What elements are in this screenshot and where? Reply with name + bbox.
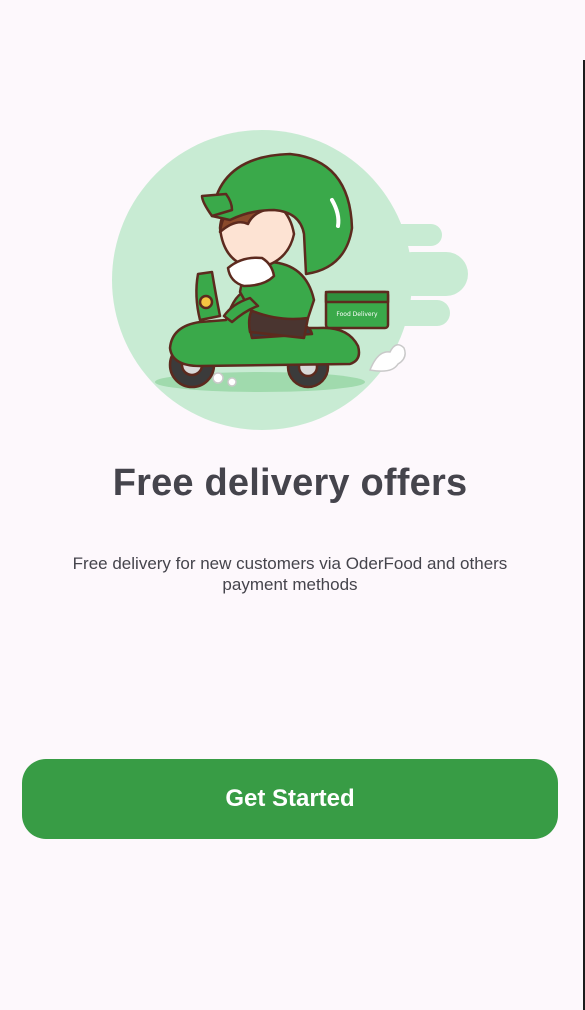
page-title: Free delivery offers — [112, 462, 468, 504]
onboarding-screen: Food Delivery Free delivery offers Free … — [0, 0, 585, 1010]
get-started-button[interactable]: Get Started — [22, 759, 558, 839]
get-started-label: Get Started — [225, 785, 355, 812]
box-label: Food Delivery — [336, 311, 378, 318]
page-subtitle: Free delivery for new customers via Oder… — [72, 554, 508, 594]
delivery-scooter-rider-illustration: Food Delivery — [112, 130, 468, 430]
